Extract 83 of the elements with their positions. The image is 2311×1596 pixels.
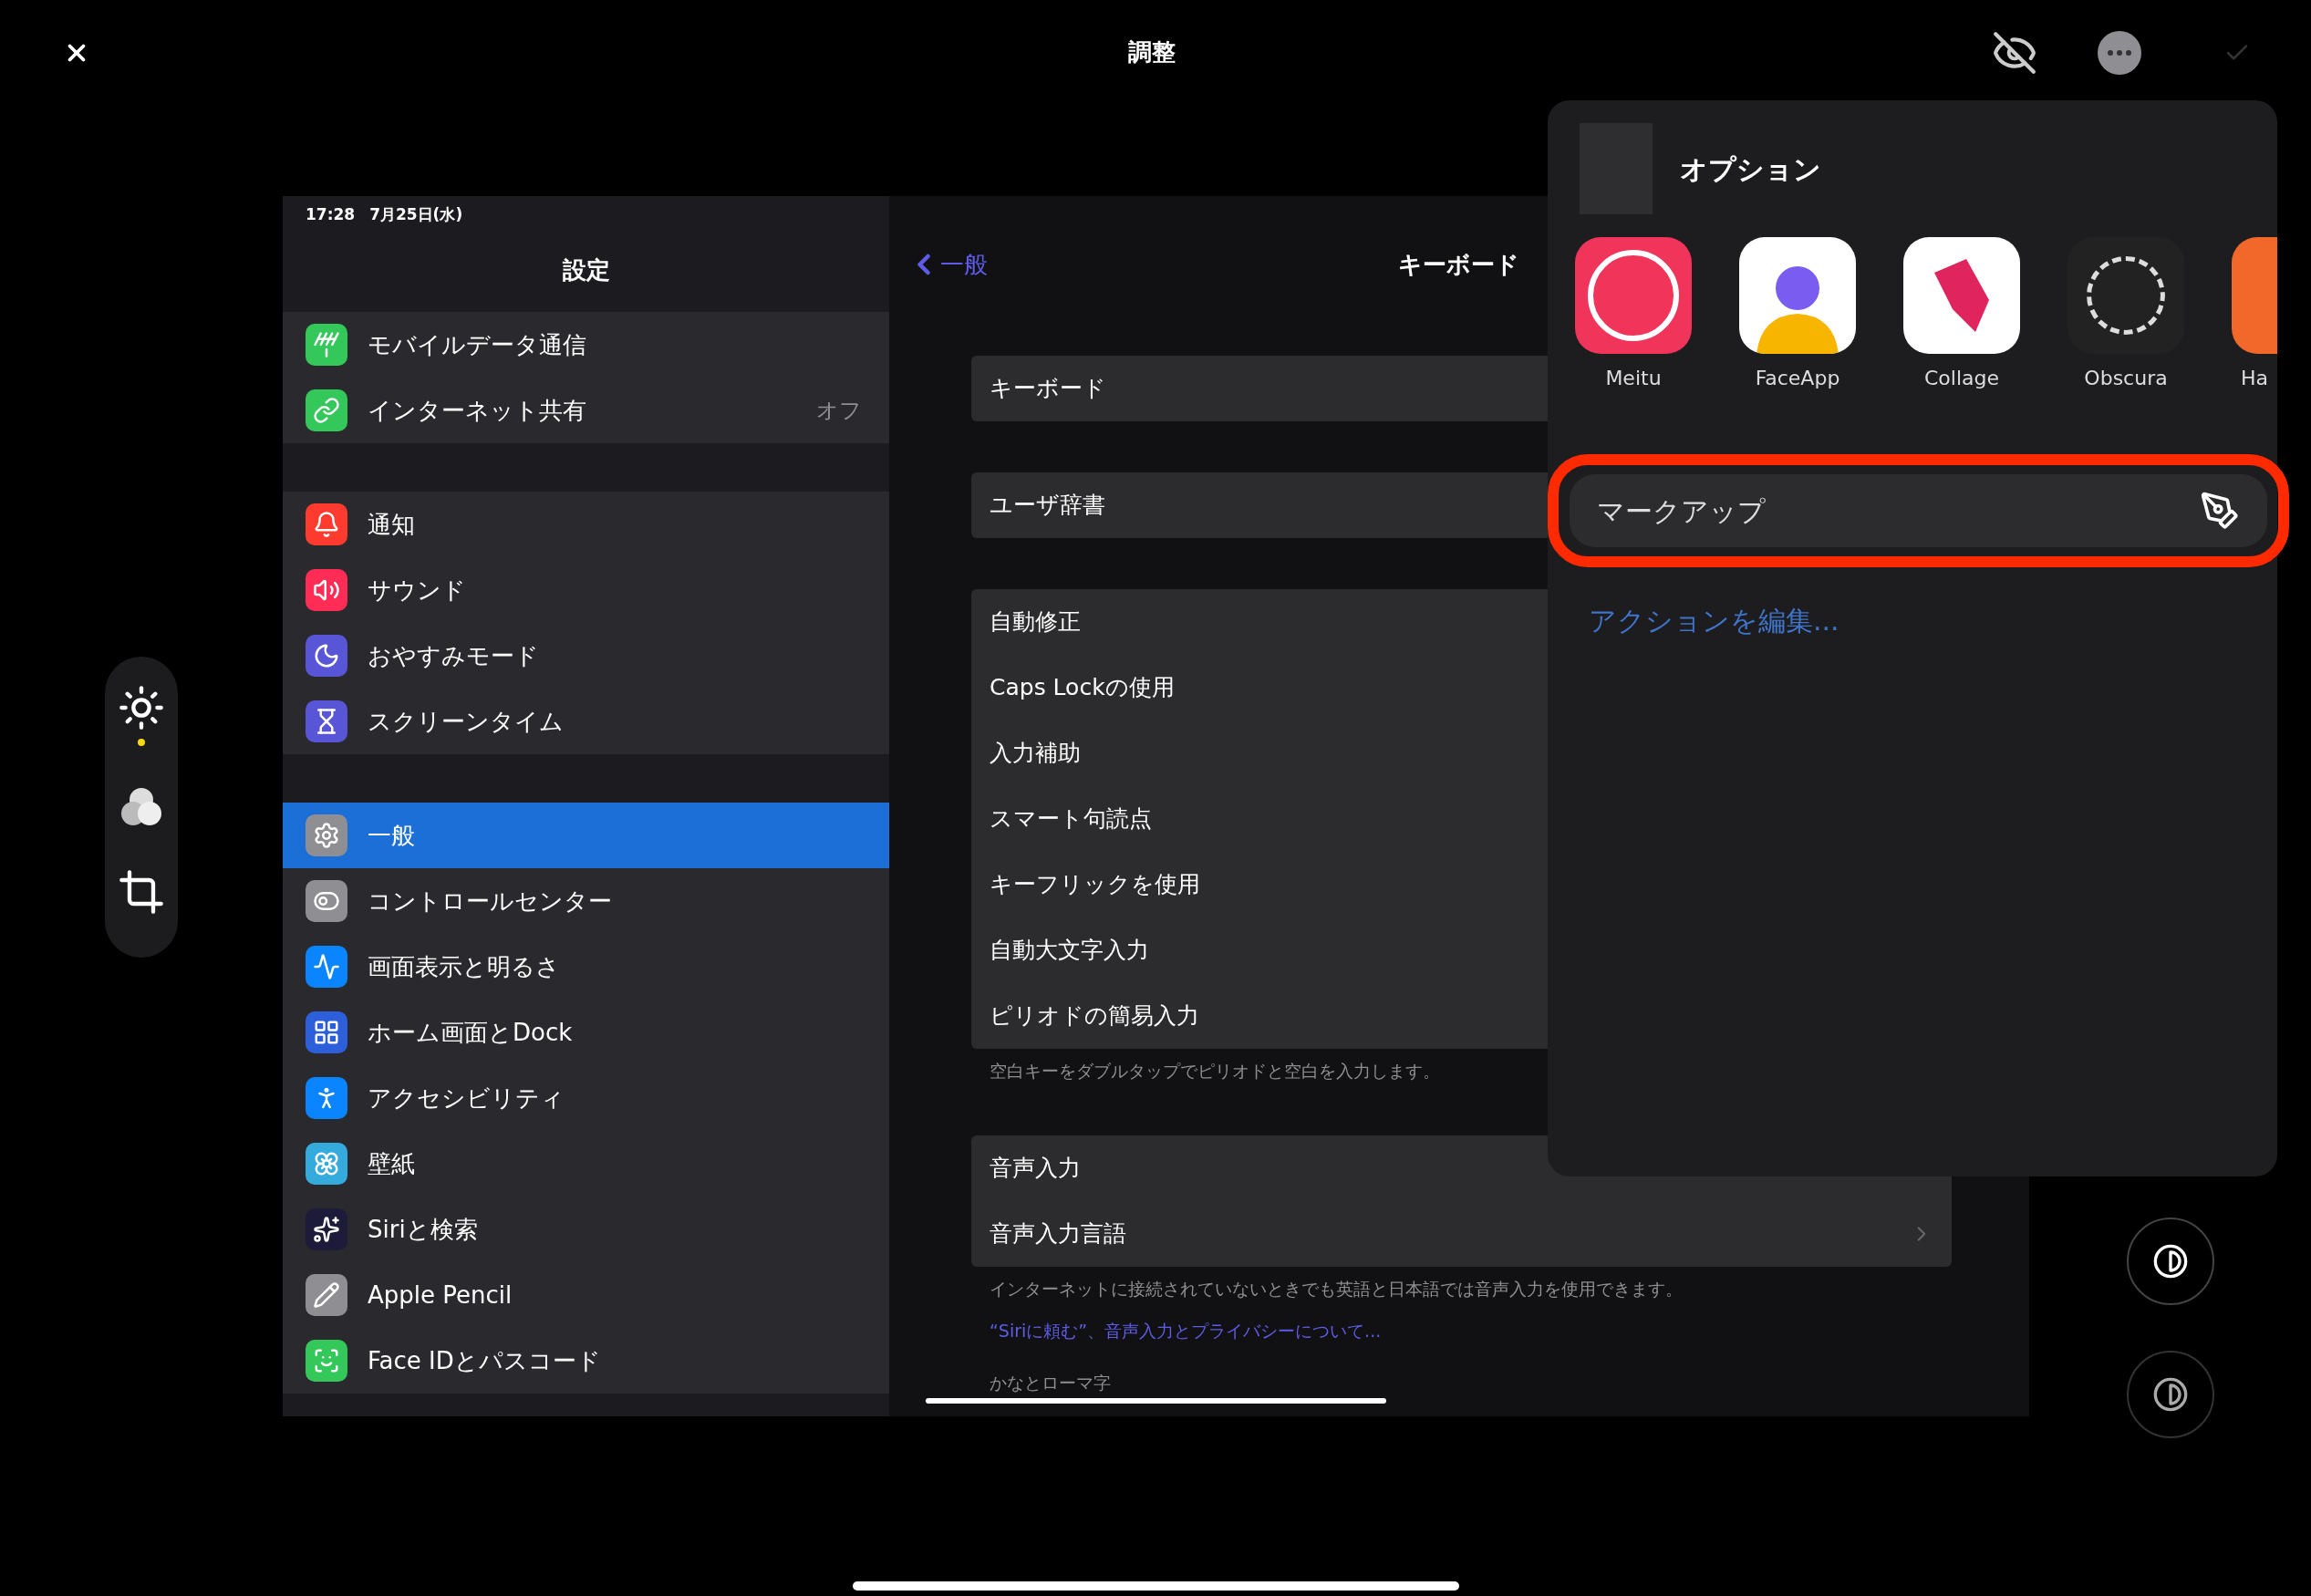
ellipsis-icon <box>2108 49 2131 56</box>
sidebar-item[interactable]: Face IDとパスコード <box>283 1328 889 1394</box>
dial-icon[interactable] <box>118 683 165 731</box>
app-name: Meitu <box>1605 366 1662 391</box>
pencil-icon <box>313 1281 340 1309</box>
sidebar-item[interactable]: アクセシビリティ <box>283 1065 889 1131</box>
section-header: かなとローマ字 <box>990 1372 1111 1393</box>
footer-note: 空白キーをダブルタップでピリオドと空白を入力します。 <box>990 1061 1440 1081</box>
row-label: 音声入力 <box>990 1153 1081 1183</box>
sidebar-label: コントロールセンター <box>368 886 613 917</box>
sidebar-item[interactable]: 壁紙 <box>283 1131 889 1197</box>
sidebar-label: アクセシビリティ <box>368 1083 565 1114</box>
back-button[interactable]: 一般 <box>907 246 988 283</box>
footer-note: インターネットに接続されていないときでも英語と日本語では音声入力を使用できます。 <box>990 1278 1683 1299</box>
sidebar-label: おやすみモード <box>368 640 540 671</box>
app-icon[interactable] <box>1739 237 1856 354</box>
sidebar-item[interactable]: 一般 <box>283 803 889 868</box>
half-circle-icon <box>2151 1243 2189 1280</box>
sidebar-item[interactable]: インターネット共有 オフ <box>283 378 889 443</box>
settings-row[interactable]: 音声入力言語 <box>971 1200 1952 1267</box>
contrast-button[interactable] <box>2126 1218 2214 1305</box>
app-name: Collage <box>1924 366 1999 391</box>
sidebar-label: 一般 <box>368 820 416 851</box>
popover-title: オプション <box>1680 151 1821 187</box>
sidebar-item[interactable]: Apple Pencil <box>283 1262 889 1328</box>
row-label: ピリオドの簡易入力 <box>990 1001 1199 1031</box>
row-label: スマート句読点 <box>990 804 1152 834</box>
sidebar-item[interactable]: ホーム画面とDock <box>283 1000 889 1065</box>
app-name: FaceApp <box>1755 366 1840 391</box>
settings-icon <box>313 822 340 849</box>
sidebar-item[interactable]: 通知 <box>283 492 889 557</box>
sidebar-label: モバイルデータ通信 <box>368 329 587 360</box>
row-label: キーフリックを使用 <box>990 870 1200 900</box>
sparkles-icon <box>313 1216 340 1243</box>
edit-actions-link[interactable]: アクションを編集... <box>1589 605 1839 637</box>
sidebar-label: インターネット共有 <box>368 395 587 426</box>
markup-action[interactable]: マークアップ <box>1570 474 2267 547</box>
bell-icon <box>313 511 340 538</box>
app-icon[interactable] <box>1903 237 2020 354</box>
sidebar-label: 画面表示と明るさ <box>368 951 561 982</box>
sidebar-title: 設定 <box>562 255 610 285</box>
flower-icon <box>313 1150 340 1177</box>
sidebar-label: Apple Pencil <box>368 1280 513 1311</box>
status-date: 7月25日(水) <box>369 204 463 225</box>
app-icon[interactable] <box>2067 237 2184 354</box>
sidebar-item[interactable]: コントロールセンター <box>283 868 889 934</box>
crop-icon[interactable] <box>118 868 165 917</box>
wave-icon <box>313 953 340 980</box>
sidebar-item[interactable]: 画面表示と明るさ <box>283 934 889 1000</box>
sidebar-label: Siriと検索 <box>368 1214 479 1245</box>
sidebar-label: ホーム画面とDock <box>368 1017 574 1048</box>
sidebar-value: オフ <box>816 397 862 425</box>
half-circle-icon <box>2151 1376 2189 1413</box>
link-icon <box>313 397 340 424</box>
app-name: Ha <box>2241 366 2268 391</box>
sidebar-item[interactable]: Siriと検索 <box>283 1197 889 1262</box>
sidebar-label: サウンド <box>368 575 467 606</box>
antenna-icon <box>313 331 340 358</box>
contrast-button[interactable] <box>2126 1351 2214 1438</box>
detail-title: キーボード <box>1397 249 1519 280</box>
sidebar-label: 通知 <box>368 509 416 540</box>
sidebar-item[interactable]: モバイルデータ通信 <box>283 312 889 378</box>
sidebar-label: Face IDとパスコード <box>368 1345 602 1376</box>
row-label: 音声入力言語 <box>990 1218 1126 1249</box>
row-label: 入力補助 <box>990 739 1081 769</box>
editor-title: 調整 <box>1128 37 1176 67</box>
sidebar-label: 壁紙 <box>368 1148 416 1179</box>
face-scan-icon <box>313 1347 340 1374</box>
more-button[interactable] <box>2098 30 2141 75</box>
row-label: Caps Lockの使用 <box>990 673 1175 703</box>
grid-icon <box>313 1019 340 1046</box>
pen-tip-icon <box>2200 491 2240 531</box>
eye-off-icon[interactable] <box>1992 29 2037 76</box>
sidebar-item[interactable]: スクリーンタイム <box>283 689 889 754</box>
status-time: 17:28 <box>306 204 356 225</box>
sidebar-item[interactable]: おやすみモード <box>283 623 889 689</box>
row-label: 自動大文字入力 <box>990 936 1149 966</box>
privacy-link[interactable]: “Siriに頼む”、音声入力とプライバシーについて... <box>990 1321 1382 1341</box>
moon-icon <box>313 642 340 669</box>
app-icon[interactable] <box>1575 237 1692 354</box>
sidebar-item[interactable]: サウンド <box>283 557 889 623</box>
app-name: Obscura <box>2084 366 2168 391</box>
sidebar-label: スクリーンタイム <box>368 706 565 737</box>
